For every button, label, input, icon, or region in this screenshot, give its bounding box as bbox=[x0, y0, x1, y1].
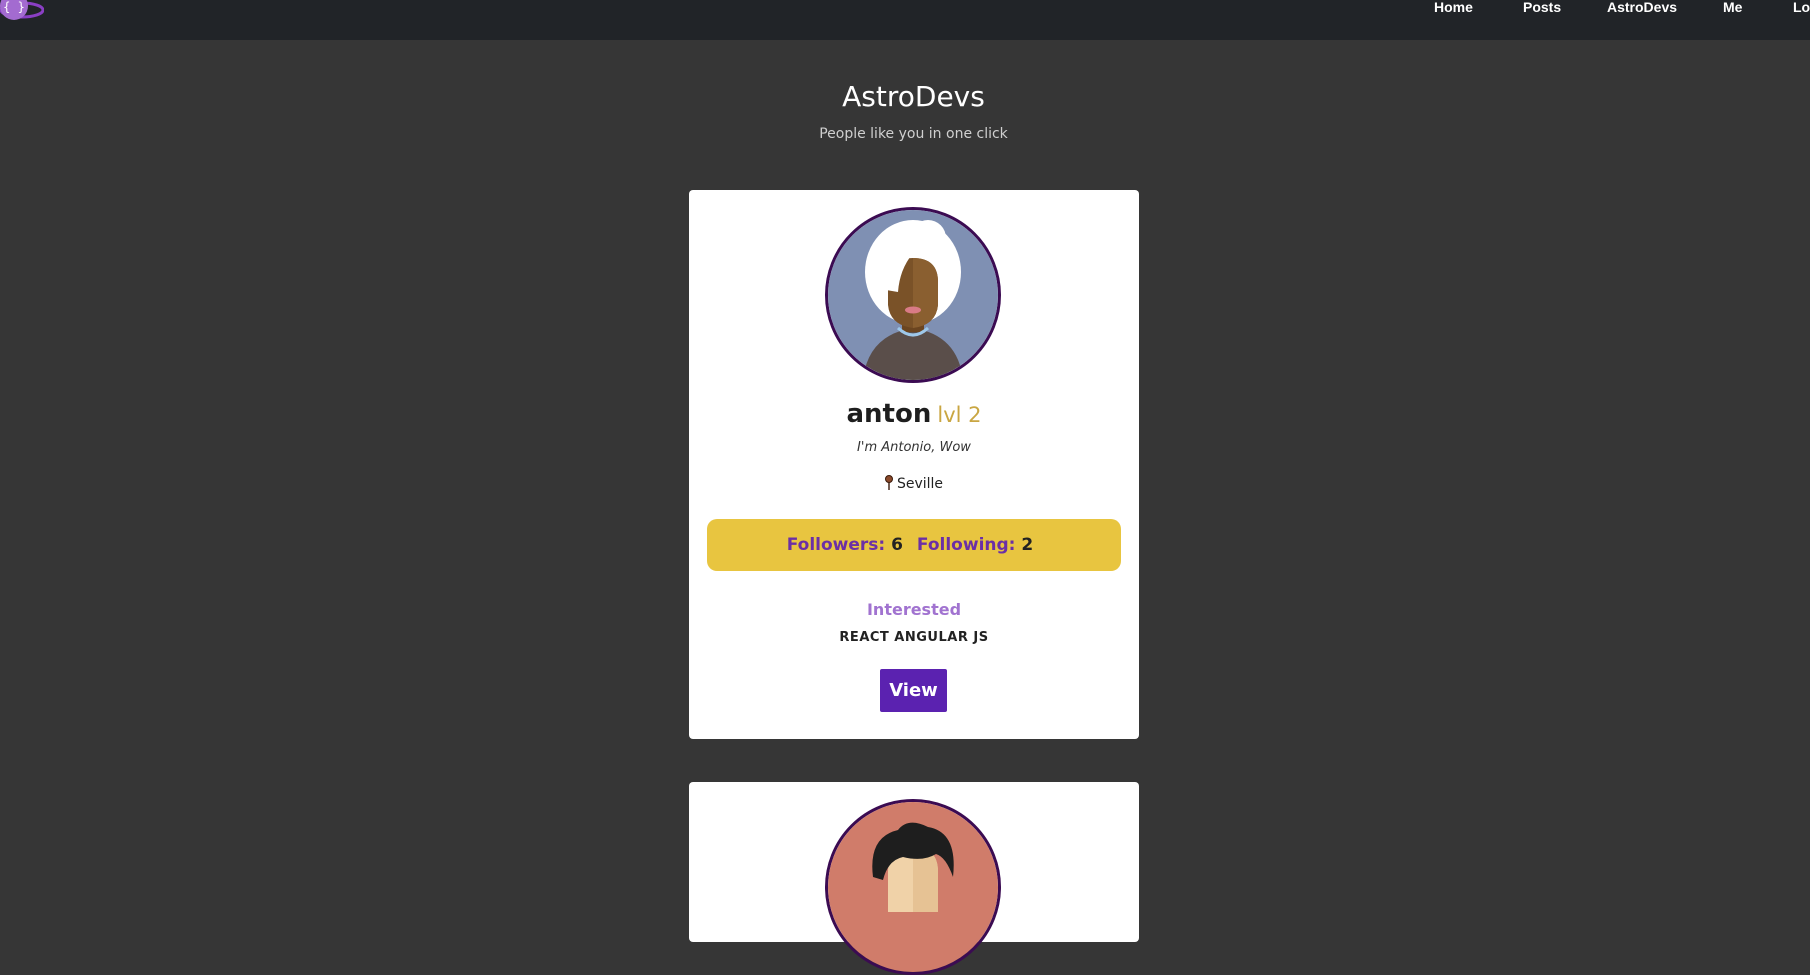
braces-planet-logo-icon[interactable]: { } bbox=[0, 0, 44, 22]
nav-me-link[interactable]: Me bbox=[1723, 0, 1742, 14]
nav-astrodevs-link[interactable]: AstroDevs bbox=[1607, 0, 1677, 14]
technologies-list: REACT ANGULAR JS bbox=[839, 630, 989, 645]
view-button[interactable]: View bbox=[880, 669, 947, 712]
location-text: Seville bbox=[896, 476, 944, 492]
interested-heading: Interested bbox=[866, 600, 962, 619]
nav-logout-link[interactable]: Lo bbox=[1793, 0, 1810, 14]
avatar bbox=[825, 799, 1001, 975]
developer-card: anton lvl 2 I'm Antonio, Wow Seville Foll… bbox=[689, 190, 1139, 739]
level-badge: lvl 2 bbox=[937, 403, 982, 427]
pin-icon bbox=[884, 475, 893, 490]
nav-home-link[interactable]: Home bbox=[1434, 0, 1473, 14]
following-label: Following: bbox=[916, 535, 1016, 555]
following-count: 2 bbox=[1021, 535, 1034, 555]
page-subtitle: People like you in one click bbox=[819, 126, 1008, 142]
avatar bbox=[825, 207, 1001, 383]
top-navbar: { } Home Posts AstroDevs Me Lo bbox=[0, 0, 1810, 40]
followers-label: Followers: bbox=[786, 535, 886, 555]
developer-card bbox=[689, 782, 1139, 975]
nav-posts-link[interactable]: Posts bbox=[1523, 0, 1561, 14]
follow-stats: Followers: 6 Following: 2 bbox=[707, 519, 1121, 571]
location: Seville bbox=[689, 475, 1139, 492]
username: anton bbox=[846, 399, 932, 429]
page-title: AstroDevs bbox=[842, 80, 985, 113]
svg-text:{ }: { } bbox=[3, 0, 25, 14]
followers-count: 6 bbox=[891, 535, 903, 555]
bio: I'm Antonio, Wow bbox=[857, 440, 971, 455]
